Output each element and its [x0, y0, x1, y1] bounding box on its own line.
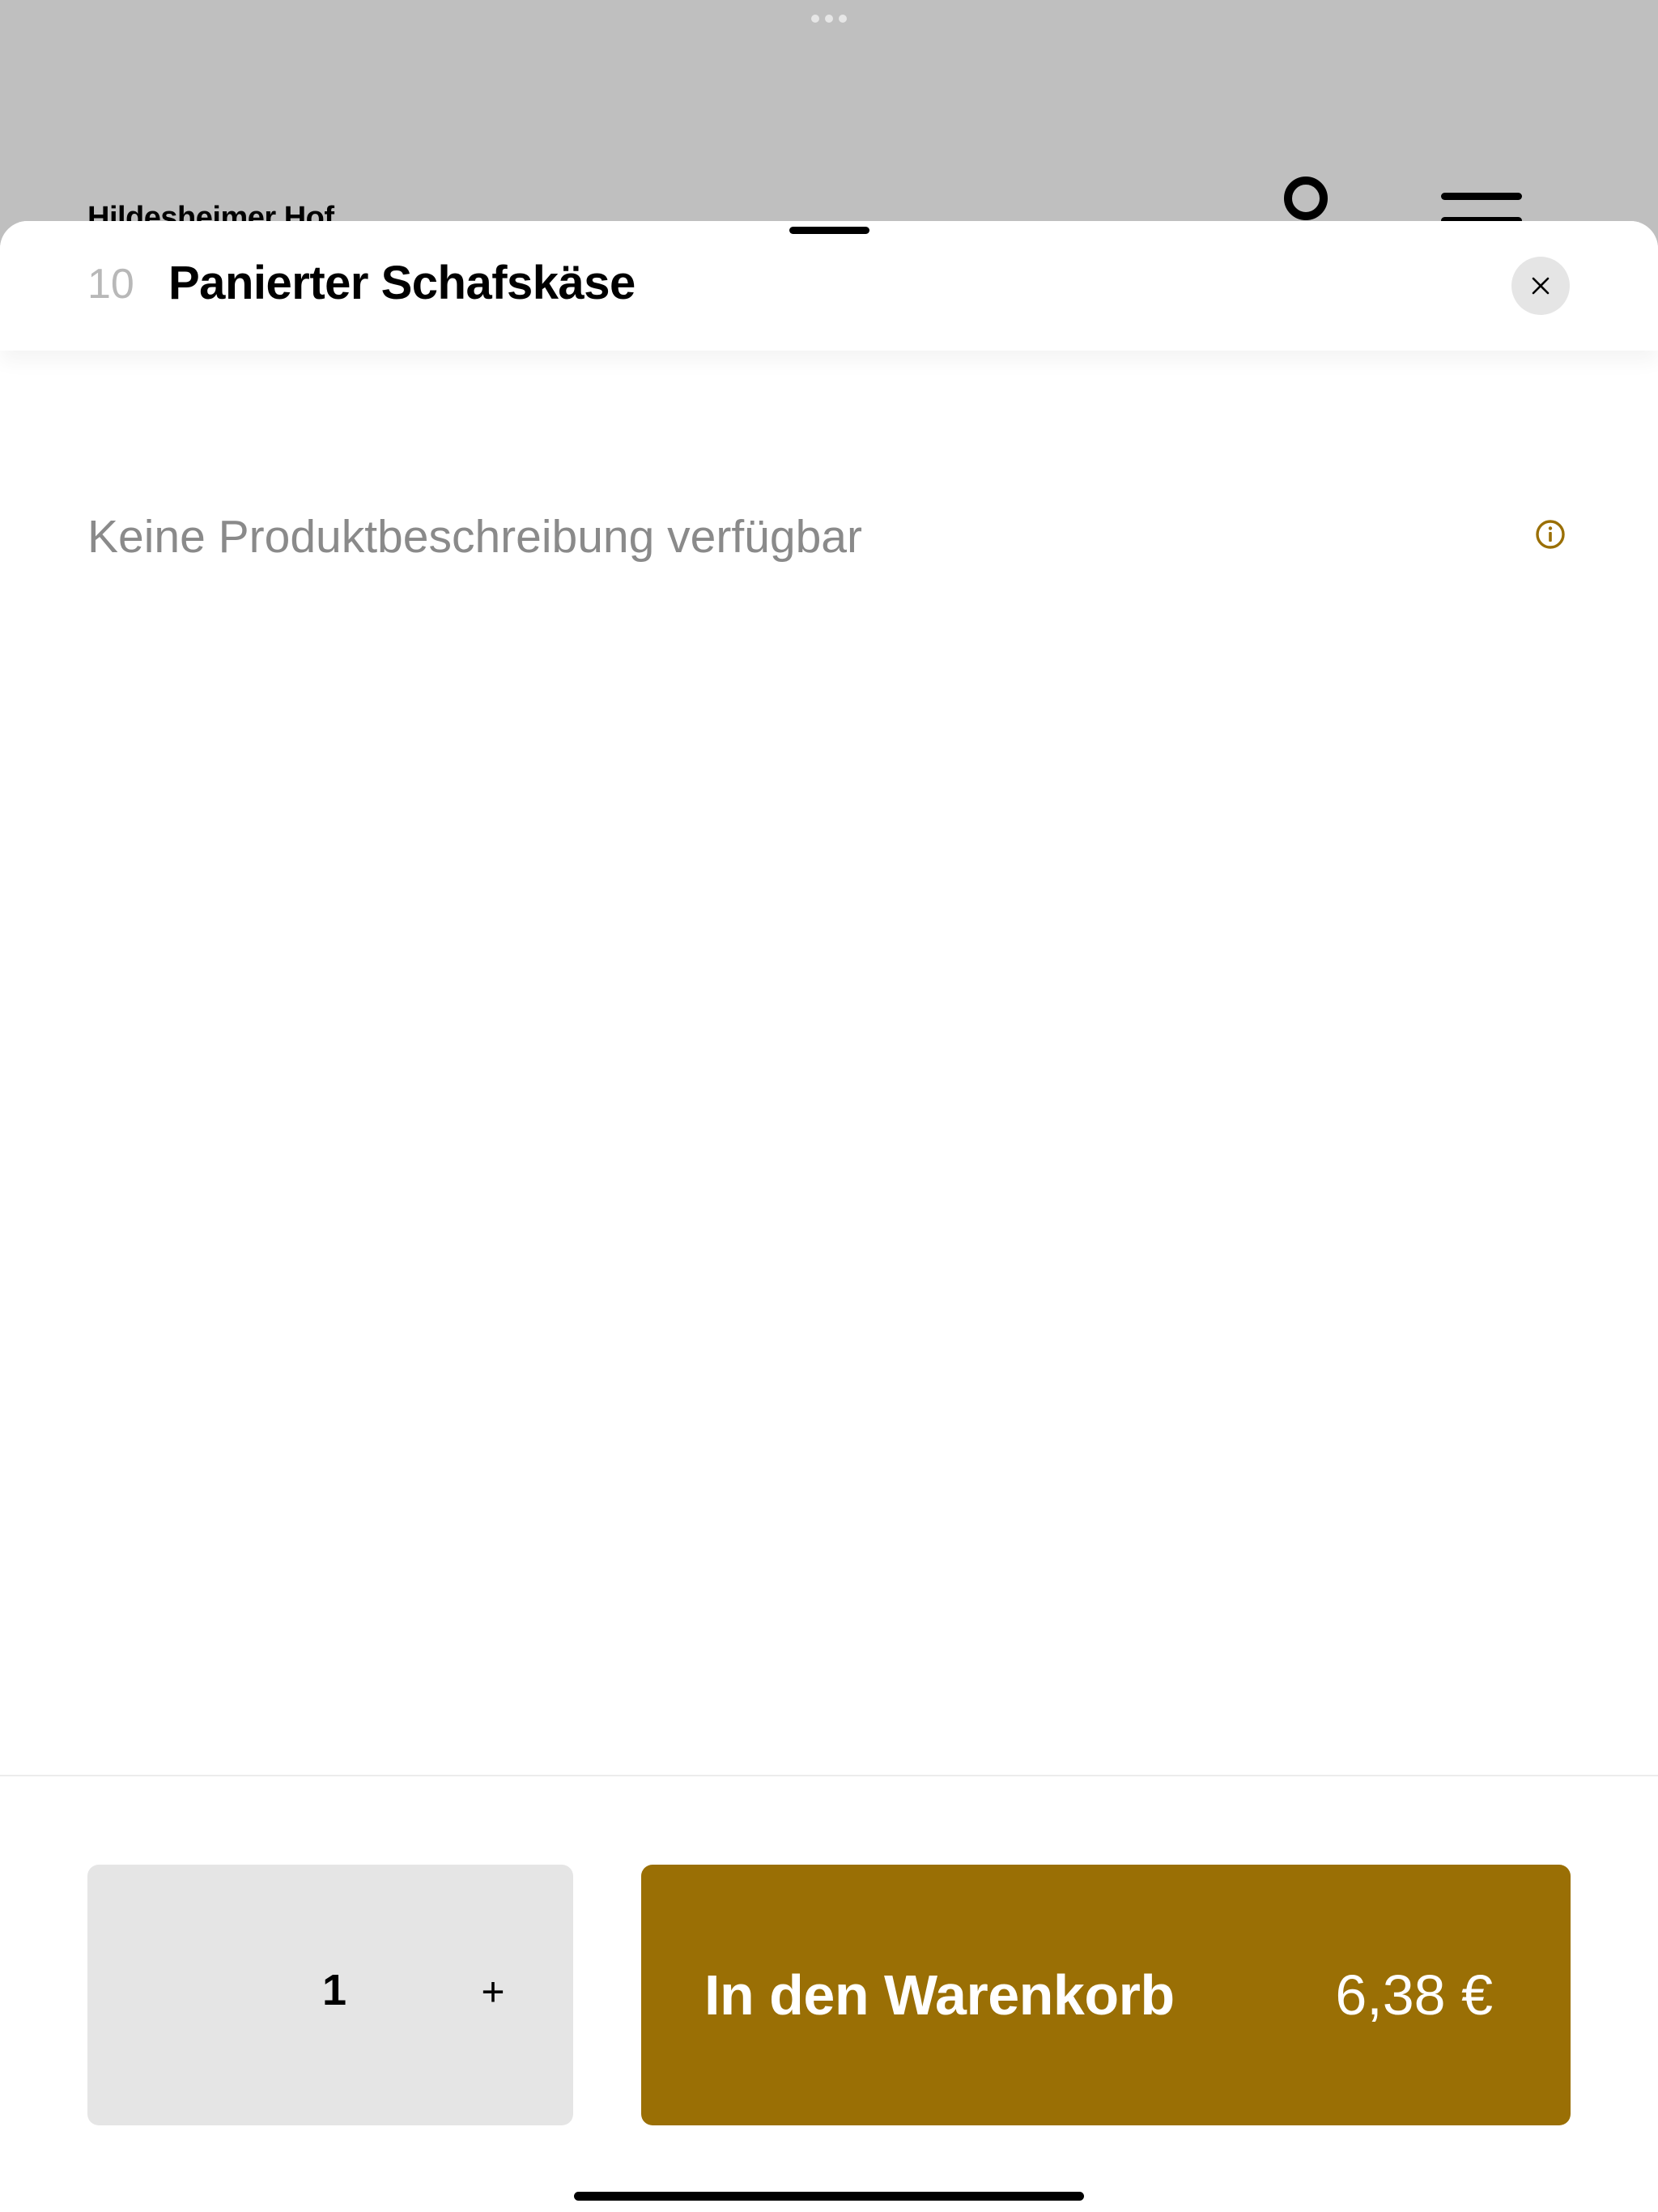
footer-divider	[0, 1775, 1658, 1776]
menu-icon[interactable]	[1441, 193, 1522, 225]
increment-button[interactable]: +	[466, 1965, 520, 2018]
sheet-header: 10 Panierter Schafskäse	[0, 221, 1658, 351]
product-description: Keine Produktbeschreibung verfügbar	[87, 511, 862, 563]
quantity-value: 1	[321, 1966, 347, 2014]
more-dots-icon[interactable]	[811, 15, 847, 23]
product-title: Panierter Schafskäse	[168, 257, 636, 309]
quantity-stepper: 1 +	[87, 1865, 573, 2125]
item-number: 10	[87, 261, 134, 308]
add-to-cart-button[interactable]: In den Warenkorb 6,38 €	[641, 1865, 1571, 2125]
info-icon[interactable]	[1535, 519, 1566, 550]
close-button[interactable]	[1511, 257, 1570, 315]
sheet-grabber[interactable]	[789, 227, 869, 234]
cart-price: 6,38 €	[1335, 1963, 1493, 2027]
close-icon	[1532, 277, 1550, 295]
search-icon[interactable]	[1284, 177, 1328, 220]
home-indicator	[574, 2192, 1084, 2201]
product-sheet: 10 Panierter Schafskäse Keine Produktbes…	[0, 221, 1658, 2212]
add-to-cart-label: In den Warenkorb	[704, 1963, 1175, 2027]
